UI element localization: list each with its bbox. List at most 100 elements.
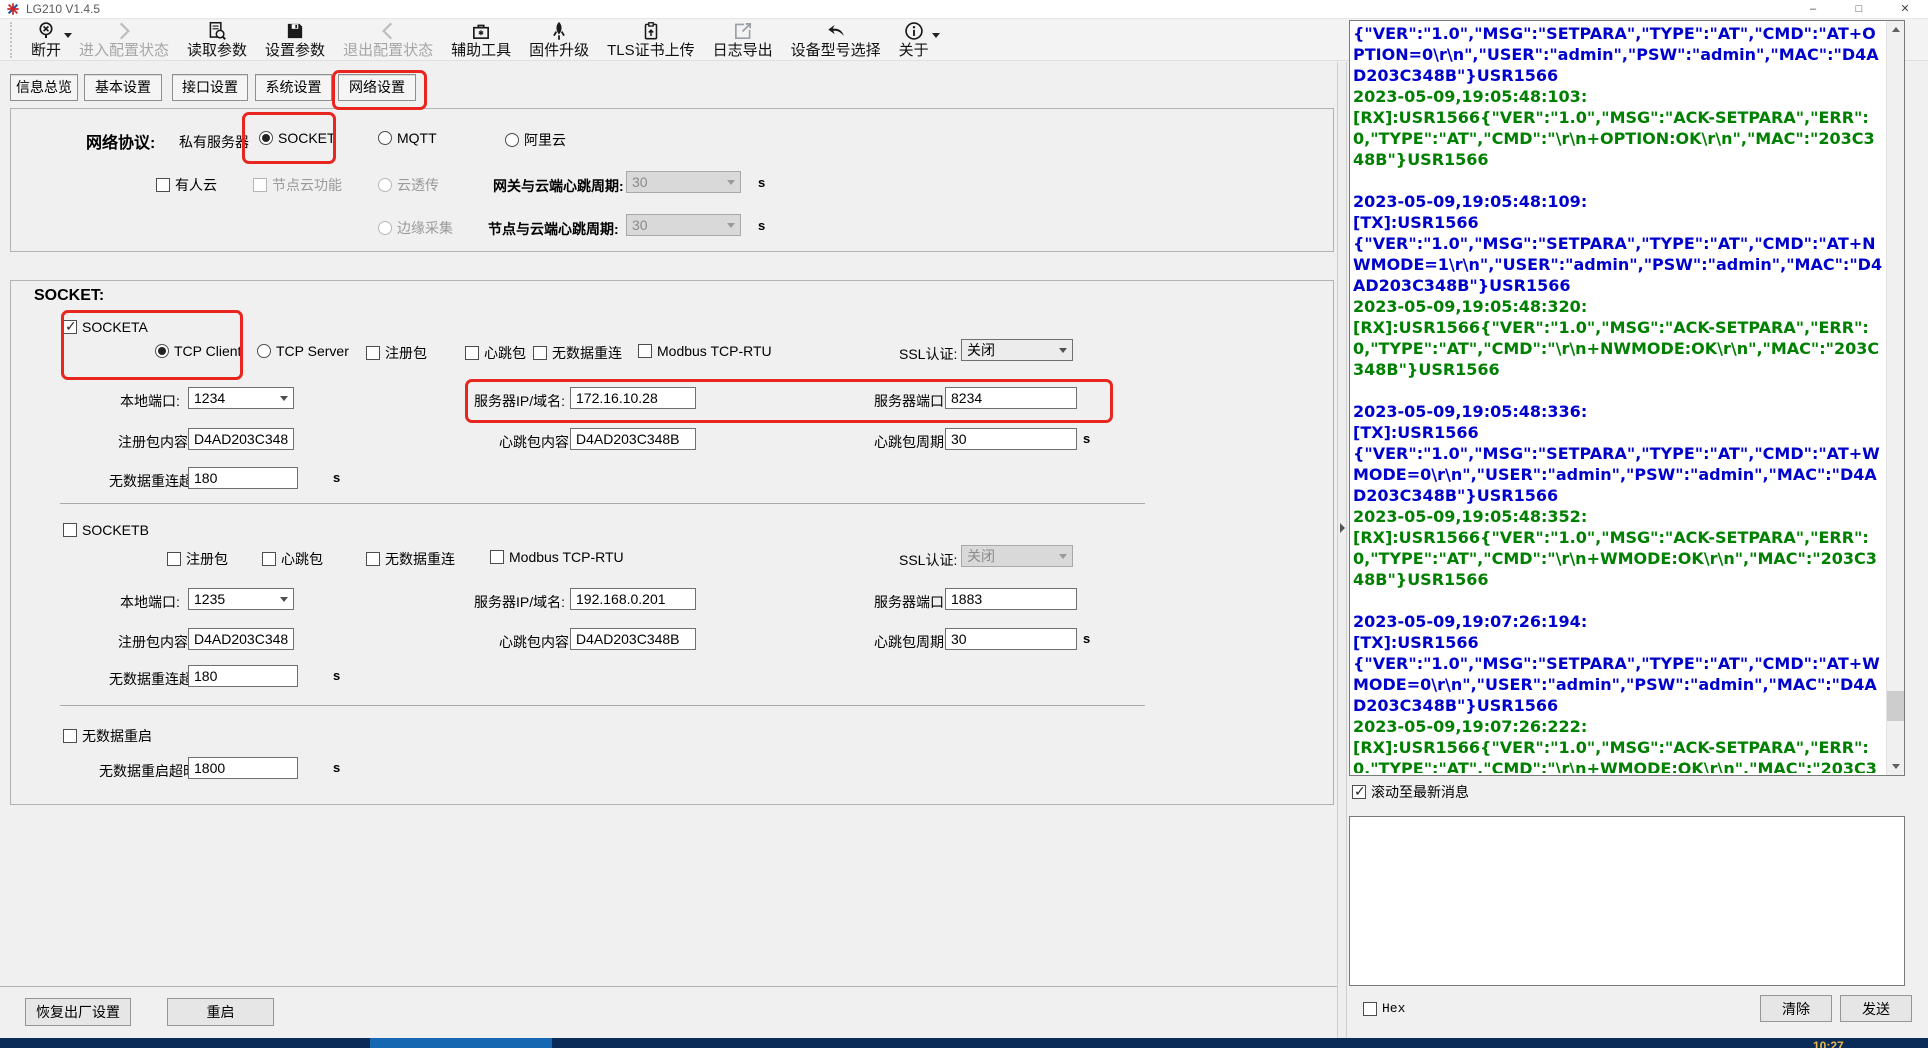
server-port-label-a: 服务器端口: bbox=[874, 391, 948, 411]
checkbox-socketa[interactable]: SOCKETA bbox=[63, 319, 148, 335]
reconnect-timeout-input-a[interactable] bbox=[188, 467, 298, 489]
tab-network-settings[interactable]: 网络设置 bbox=[338, 74, 416, 101]
send-button[interactable]: 发送 bbox=[1840, 995, 1912, 1022]
reconnect-timeout-input-b[interactable] bbox=[188, 665, 298, 687]
server-ip-input-b[interactable] bbox=[570, 588, 696, 610]
private-server-label: 私有服务器 bbox=[179, 132, 249, 152]
local-port-select-b[interactable]: 1235 bbox=[188, 588, 294, 610]
tab-basic-settings[interactable]: 基本设置 bbox=[84, 74, 162, 101]
radio-mqtt[interactable]: MQTT bbox=[378, 130, 437, 146]
radio-cloud-passthrough: 云透传 bbox=[378, 175, 439, 195]
checkbox-no-data-reconnect-b[interactable]: 无数据重连 bbox=[366, 549, 455, 569]
hb-period-input-a[interactable] bbox=[945, 428, 1077, 450]
server-ip-input-a[interactable] bbox=[570, 387, 696, 409]
log-line-rx: 2023-05-09,19:05:48:103: bbox=[1353, 86, 1884, 107]
disconnect-icon bbox=[35, 20, 57, 42]
checkbox-reg-pkg-a[interactable]: 注册包 bbox=[366, 343, 427, 363]
scroll-up-icon[interactable] bbox=[1887, 21, 1904, 38]
divider bbox=[60, 705, 1145, 706]
close-button[interactable]: ✕ bbox=[1882, 0, 1928, 18]
clear-button[interactable]: 清除 bbox=[1760, 995, 1832, 1022]
checkbox-modbus-a[interactable]: Modbus TCP-RTU bbox=[638, 343, 772, 359]
log-line-tx: {"VER":"1.0","MSG":"SETPARA","TYPE":"AT"… bbox=[1353, 233, 1884, 296]
local-port-label-b: 本地端口: bbox=[120, 592, 180, 612]
tab-info-overview[interactable]: 信息总览 bbox=[10, 74, 78, 101]
radio-socket[interactable]: SOCKET bbox=[259, 130, 336, 146]
checkbox-no-data-restart[interactable]: 无数据重启 bbox=[63, 726, 152, 746]
maximize-button[interactable]: □ bbox=[1836, 0, 1882, 18]
radio-edge-collect: 边缘采集 bbox=[378, 218, 453, 238]
radio-tcp-server-a[interactable]: TCP Server bbox=[257, 343, 349, 359]
checkbox-usr-cloud[interactable]: 有人云 bbox=[156, 175, 217, 195]
scroll-down-icon[interactable] bbox=[1887, 758, 1904, 775]
checkbox-hb-pkg-a[interactable]: 心跳包 bbox=[465, 343, 526, 363]
app-logo-icon bbox=[6, 2, 20, 16]
toolbar-item-about[interactable]: 关于 bbox=[890, 19, 938, 59]
hb-content-input-b[interactable] bbox=[570, 628, 696, 650]
toolbar-item-read-params[interactable]: 读取参数 bbox=[178, 19, 256, 59]
toolbar-item-disconnect[interactable]: 断开 bbox=[22, 19, 70, 59]
scrollbar-thumb[interactable] bbox=[1887, 691, 1904, 721]
firmware-upgrade-icon bbox=[548, 20, 570, 42]
local-port-select-a[interactable]: 1234 bbox=[188, 387, 294, 409]
tls-upload-icon bbox=[640, 20, 662, 42]
checkbox-hb-pkg-b[interactable]: 心跳包 bbox=[262, 549, 323, 569]
server-port-input-a[interactable] bbox=[945, 387, 1077, 409]
ssl-select-b[interactable]: 关闭 bbox=[961, 545, 1073, 567]
ssl-select-a[interactable]: 关闭 bbox=[961, 339, 1073, 361]
restart-timeout-unit: s bbox=[333, 760, 340, 775]
reg-content-input-b[interactable] bbox=[188, 628, 294, 650]
chevron-down-icon bbox=[280, 597, 288, 602]
toolbar-item-set-params[interactable]: 设置参数 bbox=[256, 19, 334, 59]
radio-tcp-client-a[interactable]: TCP Client bbox=[155, 343, 241, 359]
hb-content-input-a[interactable] bbox=[570, 428, 696, 450]
checkbox-scroll-latest[interactable]: 滚动至最新消息 bbox=[1352, 782, 1469, 802]
send-input-box[interactable] bbox=[1349, 816, 1905, 986]
restart-button[interactable]: 重启 bbox=[167, 998, 274, 1026]
tab-interface-settings[interactable]: 接口设置 bbox=[172, 74, 248, 101]
taskbar-clock: 10:27 bbox=[1813, 1039, 1844, 1048]
log-line-tx: [TX]:USR1566 bbox=[1353, 632, 1884, 653]
checkbox-hex[interactable]: Hex bbox=[1363, 1001, 1405, 1016]
toolbar-item-enter-config: 进入配置状态 bbox=[70, 19, 178, 59]
toolbar-item-tls-cert-upload[interactable]: TLS证书上传 bbox=[598, 19, 704, 59]
panel-splitter[interactable] bbox=[1337, 62, 1347, 1038]
toolbar-item-aux-tools[interactable]: 辅助工具 bbox=[442, 19, 520, 59]
checkbox-modbus-b[interactable]: Modbus TCP-RTU bbox=[490, 549, 624, 565]
server-port-label-b: 服务器端口: bbox=[874, 592, 948, 612]
chevron-down-icon bbox=[727, 180, 735, 185]
dropdown-caret-icon[interactable] bbox=[932, 33, 940, 38]
reg-content-label-b: 注册包内容: bbox=[118, 632, 192, 652]
log-gap bbox=[1353, 380, 1884, 401]
toolbar-item-firmware-upgrade[interactable]: 固件升级 bbox=[520, 19, 598, 59]
log-line-tx: 2023-05-09,19:05:48:109: bbox=[1353, 191, 1884, 212]
about-icon bbox=[903, 20, 925, 42]
log-scrollbar[interactable] bbox=[1886, 21, 1904, 775]
hb-content-label-a: 心跳包内容: bbox=[499, 432, 573, 452]
log-output-box[interactable]: {"VER":"1.0","MSG":"SETPARA","TYPE":"AT"… bbox=[1349, 20, 1905, 776]
toolbar-item-exit-config: 退出配置状态 bbox=[334, 19, 442, 59]
log-line-rx: 2023-05-09,19:07:26:222: bbox=[1353, 716, 1884, 737]
reg-content-input-a[interactable] bbox=[188, 428, 294, 450]
exit-config-icon bbox=[377, 20, 399, 42]
server-port-input-b[interactable] bbox=[945, 588, 1077, 610]
gateway-heartbeat-label: 网关与云端心跳周期: bbox=[493, 176, 624, 196]
checkbox-socketb[interactable]: SOCKETB bbox=[63, 522, 149, 538]
tab-system-settings[interactable]: 系统设置 bbox=[255, 74, 332, 101]
toolbar-item-log-export[interactable]: 日志导出 bbox=[704, 19, 782, 59]
restart-timeout-input[interactable] bbox=[188, 757, 298, 779]
checkbox-reg-pkg-b[interactable]: 注册包 bbox=[167, 549, 228, 569]
factory-reset-button[interactable]: 恢复出厂设置 bbox=[25, 998, 131, 1026]
log-line-tx: {"VER":"1.0","MSG":"SETPARA","TYPE":"AT"… bbox=[1353, 653, 1884, 716]
radio-aliyun[interactable]: 阿里云 bbox=[505, 130, 566, 150]
log-line-tx: 2023-05-09,19:07:26:194: bbox=[1353, 611, 1884, 632]
minimize-button[interactable]: – bbox=[1790, 0, 1836, 18]
chevron-down-icon bbox=[1059, 348, 1067, 353]
reg-content-label-a: 注册包内容: bbox=[118, 432, 192, 452]
checkbox-no-data-reconnect-a[interactable]: 无数据重连 bbox=[533, 343, 622, 363]
log-line-rx: [RX]:USR1566{"VER":"1.0","MSG":"ACK-SETP… bbox=[1353, 107, 1884, 170]
hb-period-input-b[interactable] bbox=[945, 628, 1077, 650]
log-line-tx: [TX]:USR1566 bbox=[1353, 422, 1884, 443]
toolbar-item-device-model-select[interactable]: 设备型号选择 bbox=[782, 19, 890, 59]
log-line-rx: 2023-05-09,19:05:48:320: bbox=[1353, 296, 1884, 317]
